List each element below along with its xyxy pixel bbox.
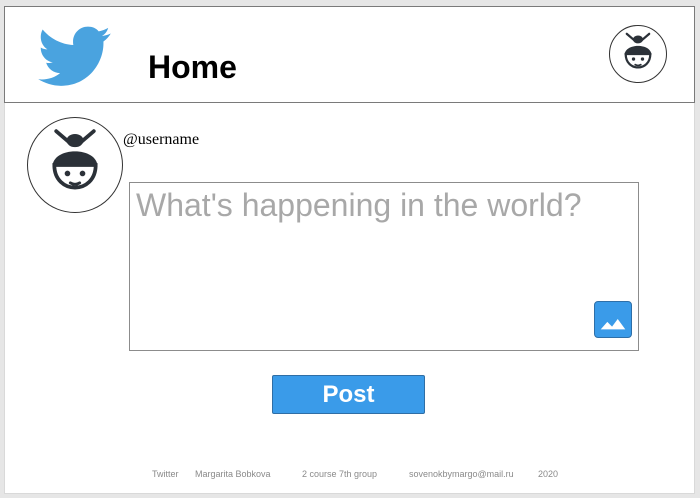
add-image-button[interactable] [594, 301, 632, 338]
composer-avatar [27, 117, 123, 213]
user-avatar-icon [52, 129, 98, 190]
tweet-composer [129, 182, 639, 351]
image-icon [600, 319, 626, 330]
twitter-logo-icon[interactable] [31, 19, 117, 95]
footer: Twitter Margarita Bobkova 2 course 7th g… [0, 469, 700, 483]
top-bar: Home [4, 6, 695, 103]
footer-group: 2 course 7th group [302, 469, 378, 479]
footer-email[interactable]: sovenokbymargo@mail.ru [409, 469, 514, 479]
profile-avatar-icon [624, 32, 652, 69]
tweet-input[interactable] [130, 183, 638, 350]
footer-year: 2020 [538, 469, 559, 479]
post-button[interactable]: Post [272, 375, 425, 414]
profile-avatar-button[interactable] [609, 25, 667, 83]
footer-site: Twitter [152, 469, 179, 479]
username-label: @username [123, 131, 200, 148]
page-title: Home [148, 49, 237, 85]
footer-author: Margarita Bobkova [195, 469, 271, 479]
